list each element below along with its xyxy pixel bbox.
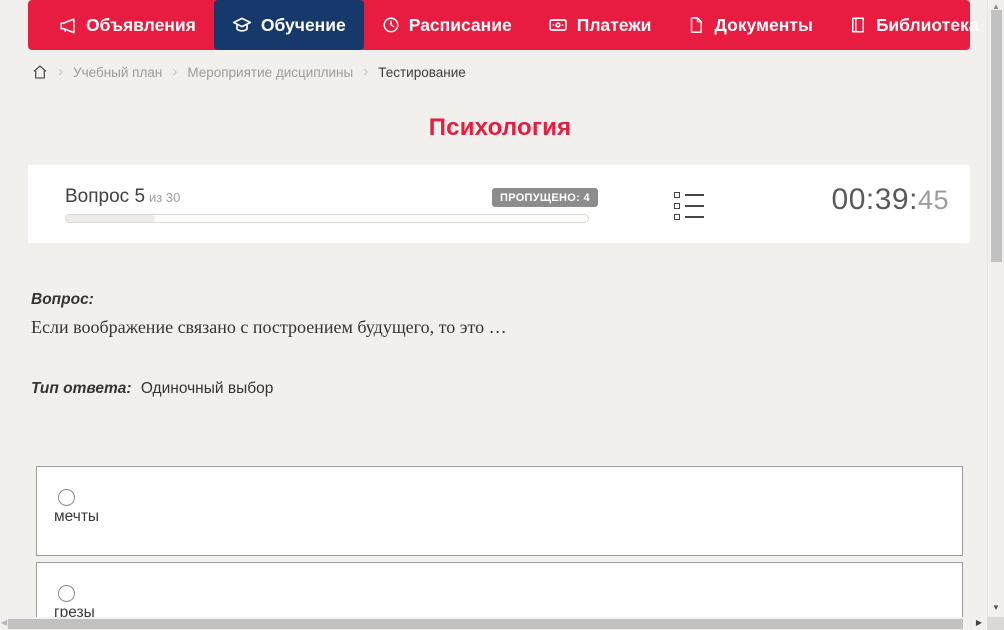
graduation-cap-icon	[232, 15, 252, 35]
question-label: Вопрос:	[31, 291, 94, 308]
answer-type: Тип ответа: Одиночный выбор	[31, 380, 273, 398]
nav-item-label: Расписание	[408, 14, 512, 35]
breadcrumb-separator: ›	[58, 63, 63, 80]
timer-hhmm: 00:39:	[831, 183, 918, 216]
radio-button[interactable]	[58, 585, 75, 602]
timer-seconds: 45	[917, 185, 949, 215]
nav-item-announcements[interactable]: Объявления	[40, 0, 214, 50]
breadcrumb: › Учебный план › Мероприятие дисциплины …	[32, 63, 466, 82]
nav-item-documents[interactable]: Документы	[669, 0, 830, 50]
vertical-scrollbar-thumb[interactable]	[991, 10, 1002, 262]
question-number: Вопрос 5 из 30	[65, 186, 180, 208]
breadcrumb-current: Тестирование	[378, 65, 466, 80]
vertical-scrollbar[interactable]: ▲ ▼	[987, 0, 1004, 617]
page-title: Психология	[428, 114, 572, 141]
progress-fill	[66, 215, 155, 222]
question-total-label: из 30	[149, 190, 181, 205]
nav-item-label: Платежи	[576, 14, 652, 35]
progress-bar	[65, 214, 589, 223]
scroll-down-arrow-icon[interactable]: ▼	[992, 604, 1000, 612]
payments-icon	[548, 15, 568, 35]
nav-item-schedule[interactable]: Расписание	[364, 0, 530, 50]
nav-item-label: Документы	[714, 14, 813, 35]
skipped-badge: ПРОПУЩЕНО: 4	[492, 188, 598, 207]
breadcrumb-separator: ›	[363, 63, 369, 80]
nav-item-payments[interactable]: Платежи	[530, 0, 670, 50]
answer-type-label: Тип ответа:	[31, 380, 132, 397]
horizontal-scrollbar[interactable]: ◀ ▶	[0, 617, 987, 630]
home-icon[interactable]	[32, 64, 48, 83]
nav-item-label: Обучение	[260, 14, 346, 35]
clock-icon	[382, 16, 400, 34]
breadcrumb-link-discipline-event[interactable]: Мероприятие дисциплины	[187, 65, 353, 80]
quiz-header-card: Вопрос 5 из 30 ПРОПУЩЕНО: 4 00:39:45	[28, 165, 970, 243]
question-list-icon[interactable]	[674, 192, 704, 225]
scrollbar-corner	[987, 617, 1004, 630]
page: Объявления Обучение Расписание Платежи Д…	[0, 0, 1004, 630]
nav-item-label: Объявления	[86, 14, 196, 35]
scroll-right-arrow-icon[interactable]: ▶	[976, 619, 982, 627]
radio-button[interactable]	[58, 489, 75, 506]
timer: 00:39:45	[832, 183, 949, 217]
breadcrumb-separator: ›	[172, 63, 178, 80]
answer-type-value: Одиночный выбор	[140, 380, 274, 397]
horizontal-scrollbar-thumb[interactable]	[8, 618, 963, 629]
question-number-label: Вопрос 5	[65, 186, 146, 207]
top-navbar: Объявления Обучение Расписание Платежи Д…	[28, 0, 1000, 50]
answer-option-1[interactable]: мечты	[36, 466, 963, 556]
nav-item-library[interactable]: Библиотека	[831, 0, 1004, 50]
answer-option-label: мечты	[54, 508, 100, 525]
question-text: Если воображение связано с построением б…	[31, 317, 507, 337]
document-icon	[687, 16, 705, 34]
nav-item-learning[interactable]: Обучение	[213, 0, 364, 50]
megaphone-icon	[58, 16, 77, 35]
nav-item-label: Библиотека	[875, 14, 979, 35]
breadcrumb-link-curriculum[interactable]: Учебный план	[73, 65, 162, 80]
scroll-left-arrow-icon[interactable]: ◀	[1, 619, 7, 627]
book-icon	[849, 16, 867, 34]
